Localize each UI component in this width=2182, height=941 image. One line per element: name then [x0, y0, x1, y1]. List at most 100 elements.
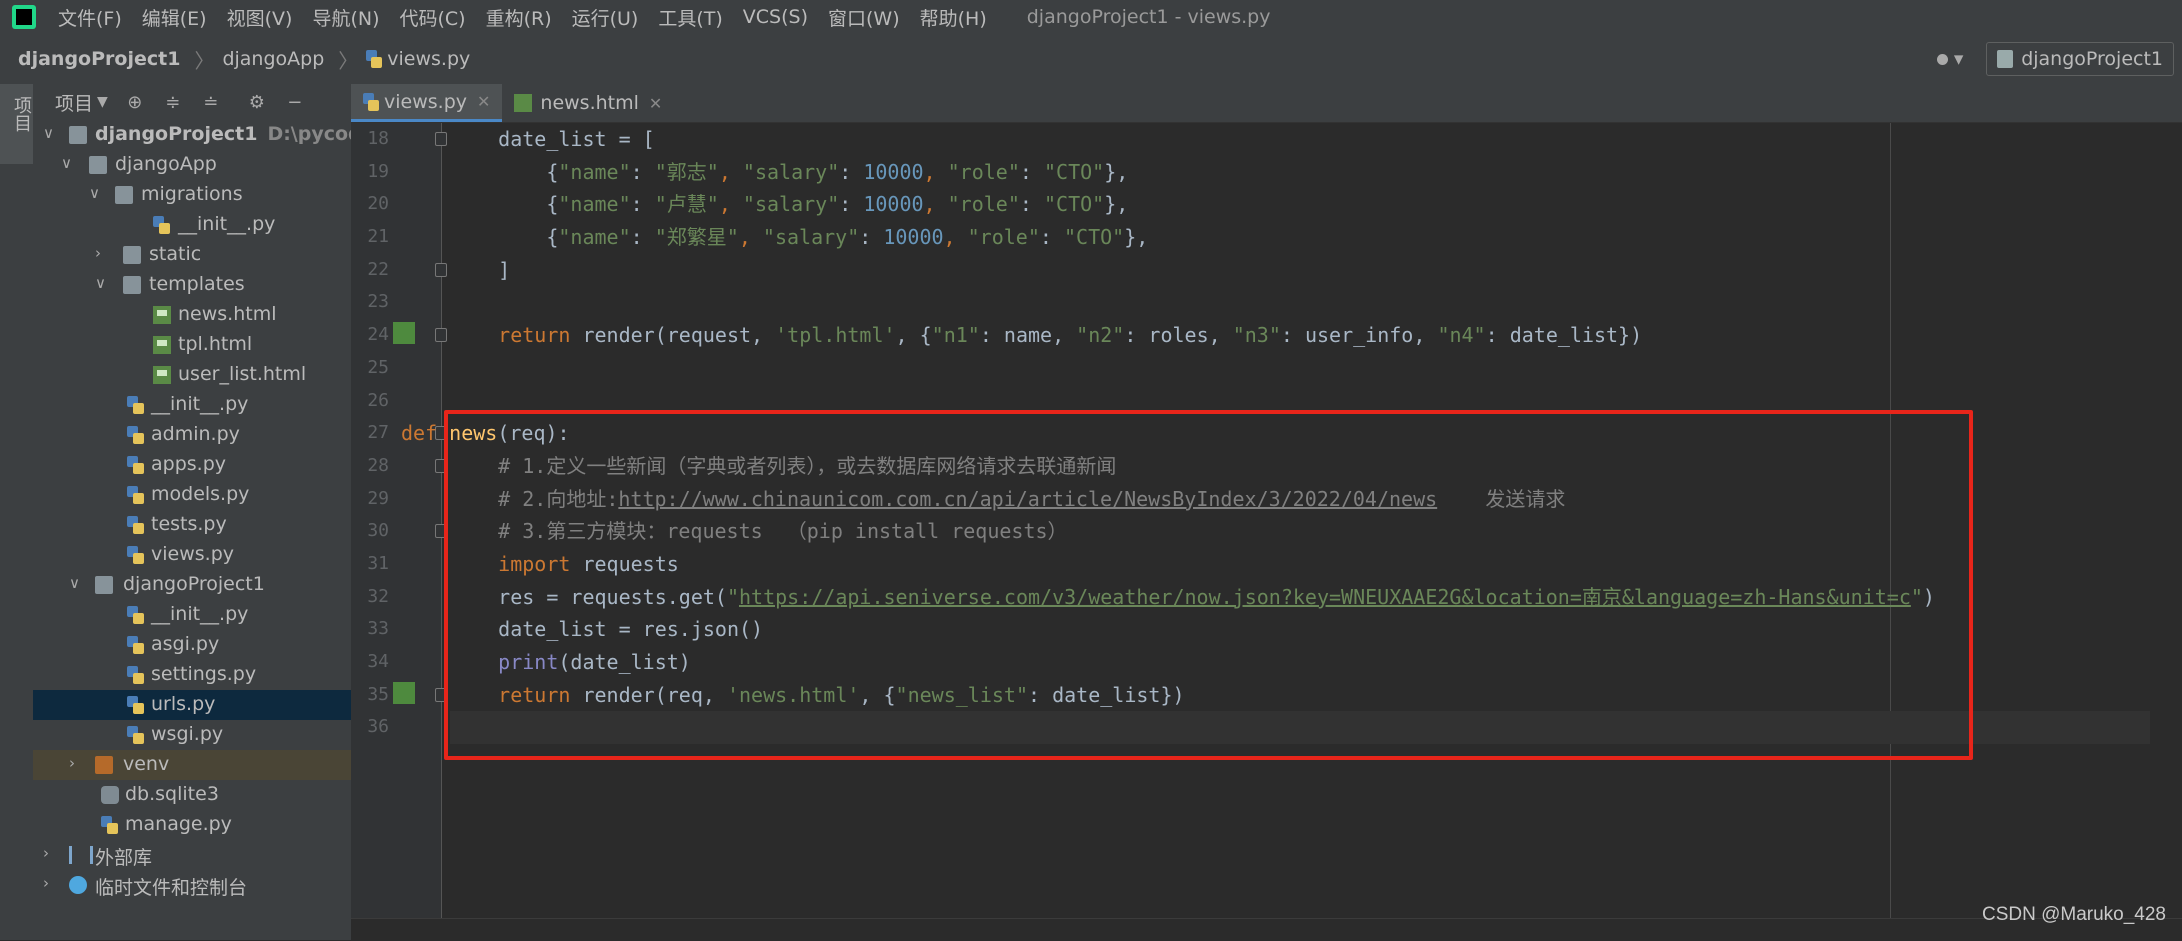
scratch-console-icon: [69, 876, 87, 894]
tab-label: news.html: [540, 92, 639, 114]
tree-node-label: user_list.html: [178, 363, 307, 385]
python-file-icon: [127, 606, 145, 624]
run-configuration-selector[interactable]: djangoProject1: [1986, 42, 2174, 76]
tree-node-file[interactable]: user_list.html: [33, 360, 351, 390]
menu-navigate[interactable]: 导航(N): [302, 4, 389, 31]
menu-refactor[interactable]: 重构(R): [476, 4, 562, 31]
tree-node-label: news.html: [178, 303, 277, 325]
chevron-down-icon[interactable]: ∨: [43, 124, 57, 142]
tree-node-file-selected[interactable]: urls.py: [33, 690, 351, 720]
menu-code[interactable]: 代码(C): [389, 4, 475, 31]
line-number-gutter: 18 19 20 21 22 23 24 25 26 27 28 29 30 3…: [351, 123, 447, 918]
menu-tools[interactable]: 工具(T): [648, 4, 732, 31]
tree-node-root-project[interactable]: ∨ djangoProject1D:\pycode\d: [33, 120, 351, 150]
tree-node-file[interactable]: __init__.py: [33, 390, 351, 420]
tree-node-venv[interactable]: › venv: [33, 750, 351, 780]
tab-news-html[interactable]: news.html ✕: [502, 84, 674, 122]
breadcrumb-file[interactable]: views.py: [387, 48, 476, 70]
tree-node-file[interactable]: admin.py: [33, 420, 351, 450]
python-file-icon: [127, 516, 145, 534]
breadcrumb-app[interactable]: djangoApp: [222, 48, 330, 70]
tab-views-py[interactable]: views.py ✕: [351, 84, 503, 122]
tree-node-file[interactable]: __init__.py: [33, 600, 351, 630]
menu-file[interactable]: 文件(F): [48, 4, 132, 31]
menu-run[interactable]: 运行(U): [562, 4, 649, 31]
tree-node-file[interactable]: wsgi.py: [33, 720, 351, 750]
tree-node-file[interactable]: views.py: [33, 540, 351, 570]
chevron-right-icon[interactable]: ›: [43, 844, 57, 862]
tree-node-label: djangoProject1D:\pycode\d: [95, 123, 351, 145]
tree-node-templates[interactable]: ∨ templates: [33, 270, 351, 300]
tree-node-file[interactable]: apps.py: [33, 450, 351, 480]
line-number: 35: [367, 683, 389, 705]
tree-node-file[interactable]: models.py: [33, 480, 351, 510]
tree-node-label: tpl.html: [178, 333, 253, 355]
chevron-right-icon[interactable]: ›: [69, 754, 83, 772]
tree-node-djangoproject1-package[interactable]: ∨ djangoProject1: [33, 570, 351, 600]
close-icon[interactable]: ✕: [477, 92, 490, 111]
line-number: 36: [367, 716, 389, 738]
account-icon[interactable]: ▾: [1928, 44, 1972, 74]
fold-marker-icon[interactable]: [435, 328, 447, 343]
tree-node-file[interactable]: tpl.html: [33, 330, 351, 360]
locate-icon[interactable]: ⊕: [124, 91, 146, 113]
tree-node-label: __init__.py: [178, 213, 276, 235]
tree-node-djangoapp[interactable]: ∨ djangoApp: [33, 150, 351, 180]
line-number: 27: [367, 422, 389, 444]
html-template-gutter-icon[interactable]: [393, 681, 415, 704]
tree-node-migrations[interactable]: ∨ migrations: [33, 180, 351, 210]
tree-node-label: 临时文件和控制台: [95, 877, 248, 899]
chevron-right-icon[interactable]: ›: [43, 874, 57, 892]
tree-node-file[interactable]: news.html: [33, 300, 351, 330]
tree-node-file[interactable]: db.sqlite3: [33, 780, 351, 810]
line-number: 19: [367, 160, 389, 182]
tree-node-file[interactable]: tests.py: [33, 510, 351, 540]
chevron-down-icon[interactable]: ∨: [95, 274, 109, 292]
tree-node-label: db.sqlite3: [125, 783, 219, 805]
python-file-icon: [363, 92, 379, 111]
gear-icon[interactable]: ⚙: [246, 91, 268, 113]
menu-window[interactable]: 窗口(W): [818, 4, 910, 31]
project-panel-title[interactable]: 项目: [55, 89, 93, 116]
fold-marker-icon[interactable]: [435, 262, 447, 277]
fold-marker-icon[interactable]: [435, 132, 447, 146]
package-folder-icon: [115, 186, 133, 204]
chevron-down-icon[interactable]: ∨: [69, 574, 83, 592]
chevron-down-icon[interactable]: ∨: [89, 184, 103, 202]
tree-node-file[interactable]: asgi.py: [33, 630, 351, 660]
tree-node-file[interactable]: settings.py: [33, 660, 351, 690]
python-file-icon: [153, 216, 171, 234]
menu-vcs[interactable]: VCS(S): [733, 6, 818, 28]
hide-panel-icon[interactable]: −: [284, 91, 306, 113]
python-file-icon: [127, 426, 145, 444]
project-panel-header: 项目 ▼ ⊕ ≑ ≐ ⚙ −: [33, 84, 351, 120]
tree-node-label: views.py: [151, 543, 234, 565]
chevron-down-icon[interactable]: ∨: [61, 154, 75, 172]
menu-help[interactable]: 帮助(H): [910, 4, 997, 31]
tree-node-label: urls.py: [151, 693, 216, 715]
folder-icon: [69, 126, 87, 144]
tree-node-file[interactable]: manage.py: [33, 810, 351, 840]
collapse-all-icon[interactable]: ≐: [200, 91, 222, 113]
project-tool-window-tab[interactable]: 项目: [0, 84, 33, 164]
menu-view[interactable]: 视图(V): [217, 4, 303, 31]
expand-all-icon[interactable]: ≑: [162, 91, 184, 113]
editor-tabs: views.py ✕ news.html ✕: [351, 84, 2182, 123]
chevron-right-icon[interactable]: ›: [95, 244, 109, 262]
tree-node-scratches[interactable]: › 临时文件和控制台: [33, 870, 351, 900]
line-number: 32: [367, 585, 389, 607]
html-template-gutter-icon[interactable]: [393, 322, 415, 345]
tree-node-label: venv: [123, 753, 170, 775]
chevron-down-icon[interactable]: ▼: [97, 94, 108, 110]
project-tree: ∨ djangoProject1D:\pycode\d ∨ djangoApp …: [33, 120, 351, 900]
breadcrumb-project[interactable]: djangoProject1: [18, 48, 186, 70]
tree-node-external-libraries[interactable]: › 外部库: [33, 840, 351, 870]
menu-edit[interactable]: 编辑(E): [132, 4, 217, 31]
line-number: 18: [367, 128, 389, 149]
tree-node-file[interactable]: __init__.py: [33, 210, 351, 240]
tree-node-static[interactable]: › static: [33, 240, 351, 270]
line-number: 34: [367, 651, 389, 672]
close-icon[interactable]: ✕: [649, 94, 662, 113]
